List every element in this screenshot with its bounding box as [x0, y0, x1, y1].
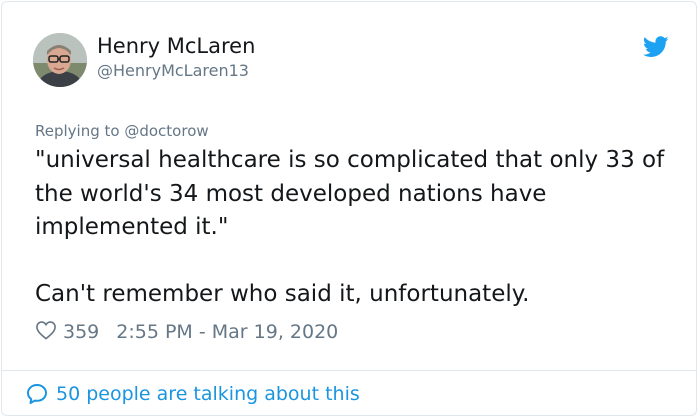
tweet-card: Henry McLaren @HenryMcLaren13 Replying t… — [1, 1, 697, 416]
replying-to-prefix: Replying to — [35, 122, 120, 140]
replying-to-user-link[interactable]: @doctorow — [124, 122, 208, 140]
avatar-photo — [33, 33, 87, 87]
speech-bubble-icon — [27, 384, 47, 404]
heart-icon[interactable] — [35, 320, 63, 345]
replying-to: Replying to @doctorow — [35, 122, 209, 140]
author-handle[interactable]: @HenryMcLaren13 — [97, 61, 249, 80]
like-count[interactable]: 359 — [63, 321, 99, 343]
tweet-text: "universal healthcare is so complicated … — [35, 147, 665, 307]
author-display-name[interactable]: Henry McLaren — [97, 34, 255, 58]
tweet-meta: 359 2:55 PM - Mar 19, 2020 — [35, 318, 338, 346]
twitter-bird-icon[interactable] — [642, 36, 669, 58]
talking-about-link[interactable]: 50 people are talking about this — [25, 382, 360, 406]
tweet-timestamp[interactable]: 2:55 PM - Mar 19, 2020 — [116, 321, 338, 343]
author-avatar[interactable] — [33, 33, 87, 87]
footer-divider — [2, 370, 696, 371]
talking-about-label[interactable]: 50 people are talking about this — [56, 383, 360, 405]
